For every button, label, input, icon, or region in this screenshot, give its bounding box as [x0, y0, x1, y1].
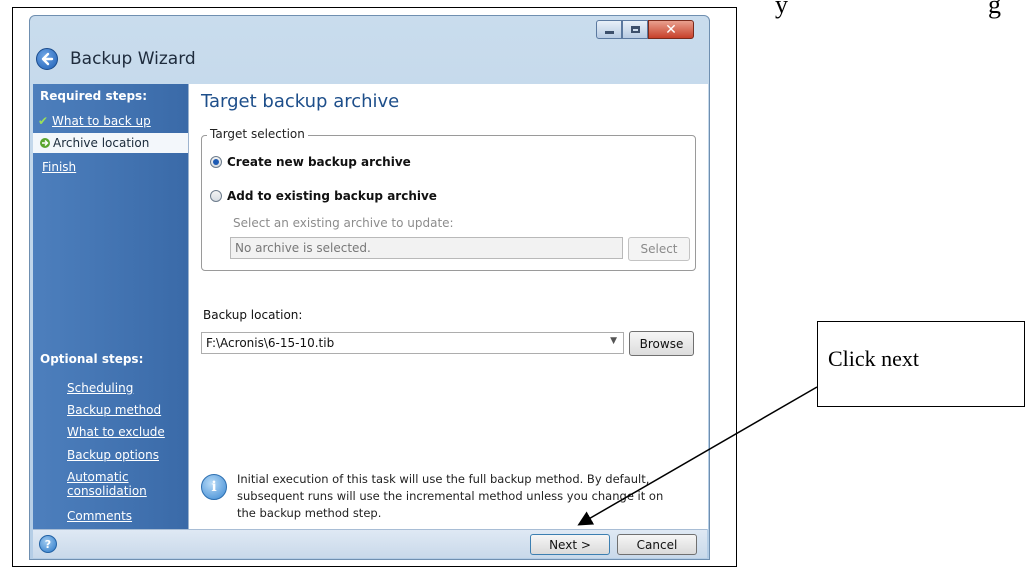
sidebar-item-what-to-exclude[interactable]: What to exclude	[67, 425, 165, 439]
sidebar-item-what-to-back-up[interactable]: What to back up	[52, 114, 151, 128]
backup-location-label: Backup location:	[203, 308, 303, 322]
minimize-button[interactable]	[596, 20, 622, 39]
info-message: Initial execution of this task will use …	[237, 472, 664, 520]
close-button[interactable]: ✕	[648, 20, 694, 39]
current-step-arrow-icon	[40, 138, 50, 148]
create-new-archive-label: Create new backup archive	[227, 155, 411, 169]
cancel-button[interactable]: Cancel	[617, 534, 697, 555]
sidebar-item-label: Archive location	[53, 136, 150, 150]
window-title: Backup Wizard	[70, 49, 196, 69]
optional-steps-heading: Optional steps:	[40, 352, 144, 366]
chevron-down-icon[interactable]: ▼	[610, 336, 617, 346]
required-steps-heading: Required steps:	[40, 89, 147, 103]
checkmark-icon: ✔	[38, 114, 49, 128]
sidebar-item-scheduling[interactable]: Scheduling	[67, 381, 133, 395]
sidebar-item-automatic-consolidation[interactable]: Automatic consolidation	[67, 470, 147, 498]
sidebar-item-backup-method[interactable]: Backup method	[67, 403, 161, 417]
radio-selected-dot	[213, 159, 219, 165]
backup-location-combobox[interactable]: F:\Acronis\6-15-10.tib ▼	[201, 332, 624, 354]
close-icon: ✕	[665, 21, 677, 38]
minimize-icon	[604, 31, 614, 34]
wizard-content: Target backup archive Target selection C…	[188, 84, 708, 529]
existing-archive-prompt: Select an existing archive to update:	[233, 216, 454, 230]
cropped-caption-text: yg	[775, 0, 1001, 19]
browse-button[interactable]: Browse	[629, 331, 694, 356]
info-icon: i	[201, 474, 227, 500]
next-button[interactable]: Next >	[530, 534, 610, 555]
sidebar-item-comments[interactable]: Comments	[67, 509, 132, 523]
back-arrow-icon[interactable]	[36, 48, 58, 70]
existing-archive-field: No archive is selected.	[230, 237, 623, 259]
add-existing-archive-option[interactable]: Add to existing backup archive	[210, 189, 437, 203]
add-existing-archive-label: Add to existing backup archive	[227, 189, 437, 203]
target-selection-group: Target selection Create new backup archi…	[201, 127, 696, 271]
page-title: Target backup archive	[201, 91, 400, 112]
create-new-archive-option[interactable]: Create new backup archive	[210, 155, 411, 169]
wizard-sidebar: Required steps: ✔ What to back up Archiv…	[33, 84, 188, 529]
wizard-footer: ? Next > Cancel	[33, 529, 707, 558]
maximize-icon	[630, 26, 640, 33]
backup-location-value: F:\Acronis\6-15-10.tib	[206, 336, 335, 350]
sidebar-item-archive-location[interactable]: Archive location	[33, 133, 188, 153]
radio-create-new[interactable]	[210, 156, 222, 168]
help-icon[interactable]: ?	[39, 535, 57, 553]
backup-wizard-window: ✕ Backup Wizard Required steps: ✔ What t…	[29, 15, 710, 560]
sidebar-item-finish[interactable]: Finish	[42, 160, 76, 174]
radio-add-existing[interactable]	[210, 190, 222, 202]
target-selection-legend: Target selection	[207, 127, 308, 141]
sidebar-item-backup-options[interactable]: Backup options	[67, 448, 159, 462]
maximize-button[interactable]	[622, 20, 648, 39]
callout-text: Click next	[828, 346, 920, 371]
select-archive-button: Select	[628, 237, 690, 261]
callout-box: Click next	[817, 321, 1025, 407]
